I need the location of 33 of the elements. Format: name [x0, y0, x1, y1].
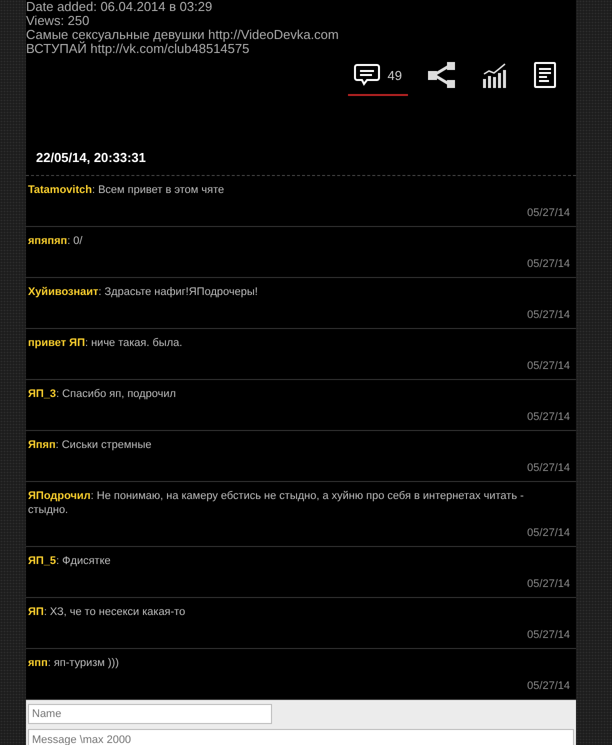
comment-text: ЯП: ХЗ, че то несекси какая-то	[28, 605, 186, 619]
share-icon	[428, 62, 456, 88]
comment-date: 05/27/14	[526, 206, 570, 220]
comment-text: ЯП_5: Фдисятке	[28, 554, 112, 568]
comment-text: Хуйивознаит: Здрасьте нафиг!ЯПодрочеры!	[28, 285, 259, 299]
comment-date: 05/27/14	[526, 577, 570, 591]
message-field[interactable]: Message \max 2000	[28, 729, 574, 745]
comment-date: 05/27/14	[526, 679, 570, 693]
comment-count: 49	[388, 68, 402, 82]
comment-text: япяпяп: 0/	[28, 234, 84, 248]
comment-date: 05/27/14	[526, 461, 570, 475]
chat-timestamp: 22/05/14, 20:33:31	[35, 149, 147, 167]
comment-text: Tatamovitch: Всем привет в этом чяте	[28, 183, 226, 197]
comment-text: япп: яп-туризм )))	[28, 656, 120, 670]
info-text: Date added: 06.04.2014 в 03:29	[26, 0, 214, 14]
comment-text: ЯП_3: Спасибо яп, подрочил	[28, 387, 177, 401]
document-icon	[534, 62, 556, 88]
comment-date: 05/27/14	[526, 257, 570, 271]
bar-chart-icon	[482, 62, 508, 88]
info-text: Самые сексуальные девушки http://VideoDevka.com	[26, 28, 340, 42]
comment-date: 05/27/14	[526, 628, 570, 642]
comment-date: 05/27/14	[526, 308, 570, 322]
comment-text: ЯПодрочил: Не понимаю, на камеру ебстись не стыдно, а хуйню про себя в интернетах читать - стыдно.	[28, 489, 525, 517]
tab[interactable]: 49	[348, 62, 408, 96]
info-text: Views: 250	[26, 14, 90, 28]
comment-date: 05/27/14	[526, 410, 570, 424]
speech-bubble-icon	[354, 63, 380, 87]
name-field[interactable]: Name	[28, 704, 272, 724]
comment-date: 05/27/14	[526, 359, 570, 373]
info-text: ВСТУПАЙ http://vk.com/club48514575	[26, 42, 250, 56]
comment-date: 05/27/14	[526, 526, 570, 540]
comment-text: Япяп: Сиськи стремные	[28, 438, 153, 452]
comment-text: привет ЯП: ниче такая. была.	[28, 336, 184, 350]
